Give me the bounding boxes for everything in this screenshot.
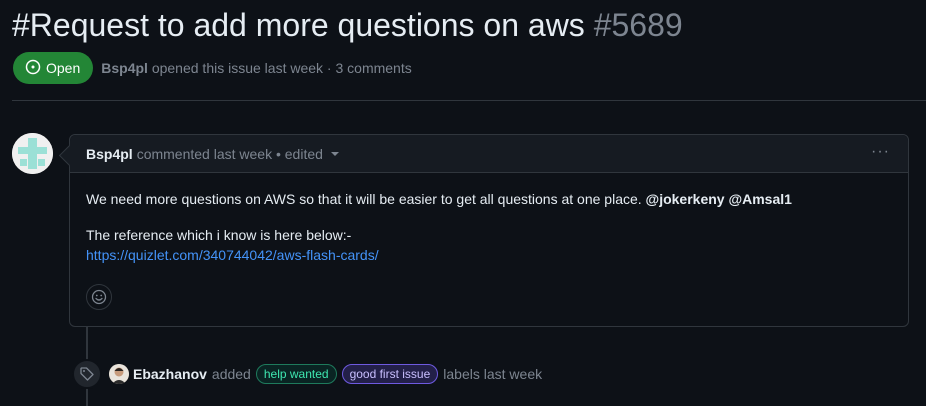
issue-title: #Request to add more questions on aws #5… bbox=[12, 6, 683, 44]
mention-link-2[interactable]: @Amsal1 bbox=[728, 191, 791, 207]
header-divider bbox=[12, 100, 926, 101]
label-help-wanted[interactable]: help wanted bbox=[255, 364, 337, 384]
comment-text-2: The reference which i know is here below… bbox=[86, 227, 352, 243]
kebab-menu-icon[interactable]: ··· bbox=[871, 143, 890, 161]
comment-box: Bsp4pl commented last week • edited ··· … bbox=[69, 134, 909, 327]
label-event: Ebazhanov added help wanted good first i… bbox=[72, 359, 543, 389]
comment-paragraph-1: We need more questions on AWS so that it… bbox=[86, 189, 892, 209]
label-good-first-issue[interactable]: good first issue bbox=[341, 364, 439, 384]
comment-text-1: We need more questions on AWS so that it… bbox=[86, 191, 642, 207]
state-label: Open bbox=[46, 60, 81, 76]
smiley-icon bbox=[91, 289, 107, 305]
actor-avatar[interactable] bbox=[109, 364, 129, 384]
comment-meta[interactable]: commented last week • edited bbox=[137, 146, 323, 162]
issue-meta: Open Bsp4pl opened this issue last week … bbox=[13, 52, 412, 84]
event-suffix: labels last week bbox=[443, 366, 543, 382]
issue-meta-text: Bsp4pl opened this issue last week · 3 c… bbox=[101, 60, 411, 76]
issue-title-text: #Request to add more questions on aws bbox=[12, 7, 585, 43]
mention-link-1[interactable]: @jokerkeny bbox=[646, 191, 725, 207]
avatar[interactable] bbox=[12, 133, 53, 174]
comment-paragraph-3: https://quizlet.com/340744042/aws-flash-… bbox=[86, 245, 892, 265]
reference-link[interactable]: https://quizlet.com/340744042/aws-flash-… bbox=[86, 247, 379, 263]
add-reaction-button[interactable] bbox=[86, 284, 112, 310]
issue-meta-detail: opened this issue last week · 3 comments bbox=[151, 60, 412, 76]
issue-open-icon bbox=[25, 59, 41, 78]
comment-body: We need more questions on AWS so that it… bbox=[70, 173, 908, 281]
issue-author-link[interactable]: Bsp4pl bbox=[101, 60, 148, 76]
identicon-icon bbox=[12, 133, 53, 174]
comment-author-link[interactable]: Bsp4pl bbox=[86, 146, 133, 162]
issue-number: #5689 bbox=[593, 7, 683, 43]
actor-name-link[interactable]: Ebazhanov bbox=[133, 366, 207, 382]
tag-icon bbox=[72, 359, 102, 389]
state-badge: Open bbox=[13, 52, 94, 84]
comment-header: Bsp4pl commented last week • edited ··· bbox=[70, 135, 908, 173]
comment-paragraph-2: The reference which i know is here below… bbox=[86, 225, 892, 245]
event-action: added bbox=[211, 366, 251, 382]
chevron-down-icon[interactable] bbox=[330, 151, 339, 156]
